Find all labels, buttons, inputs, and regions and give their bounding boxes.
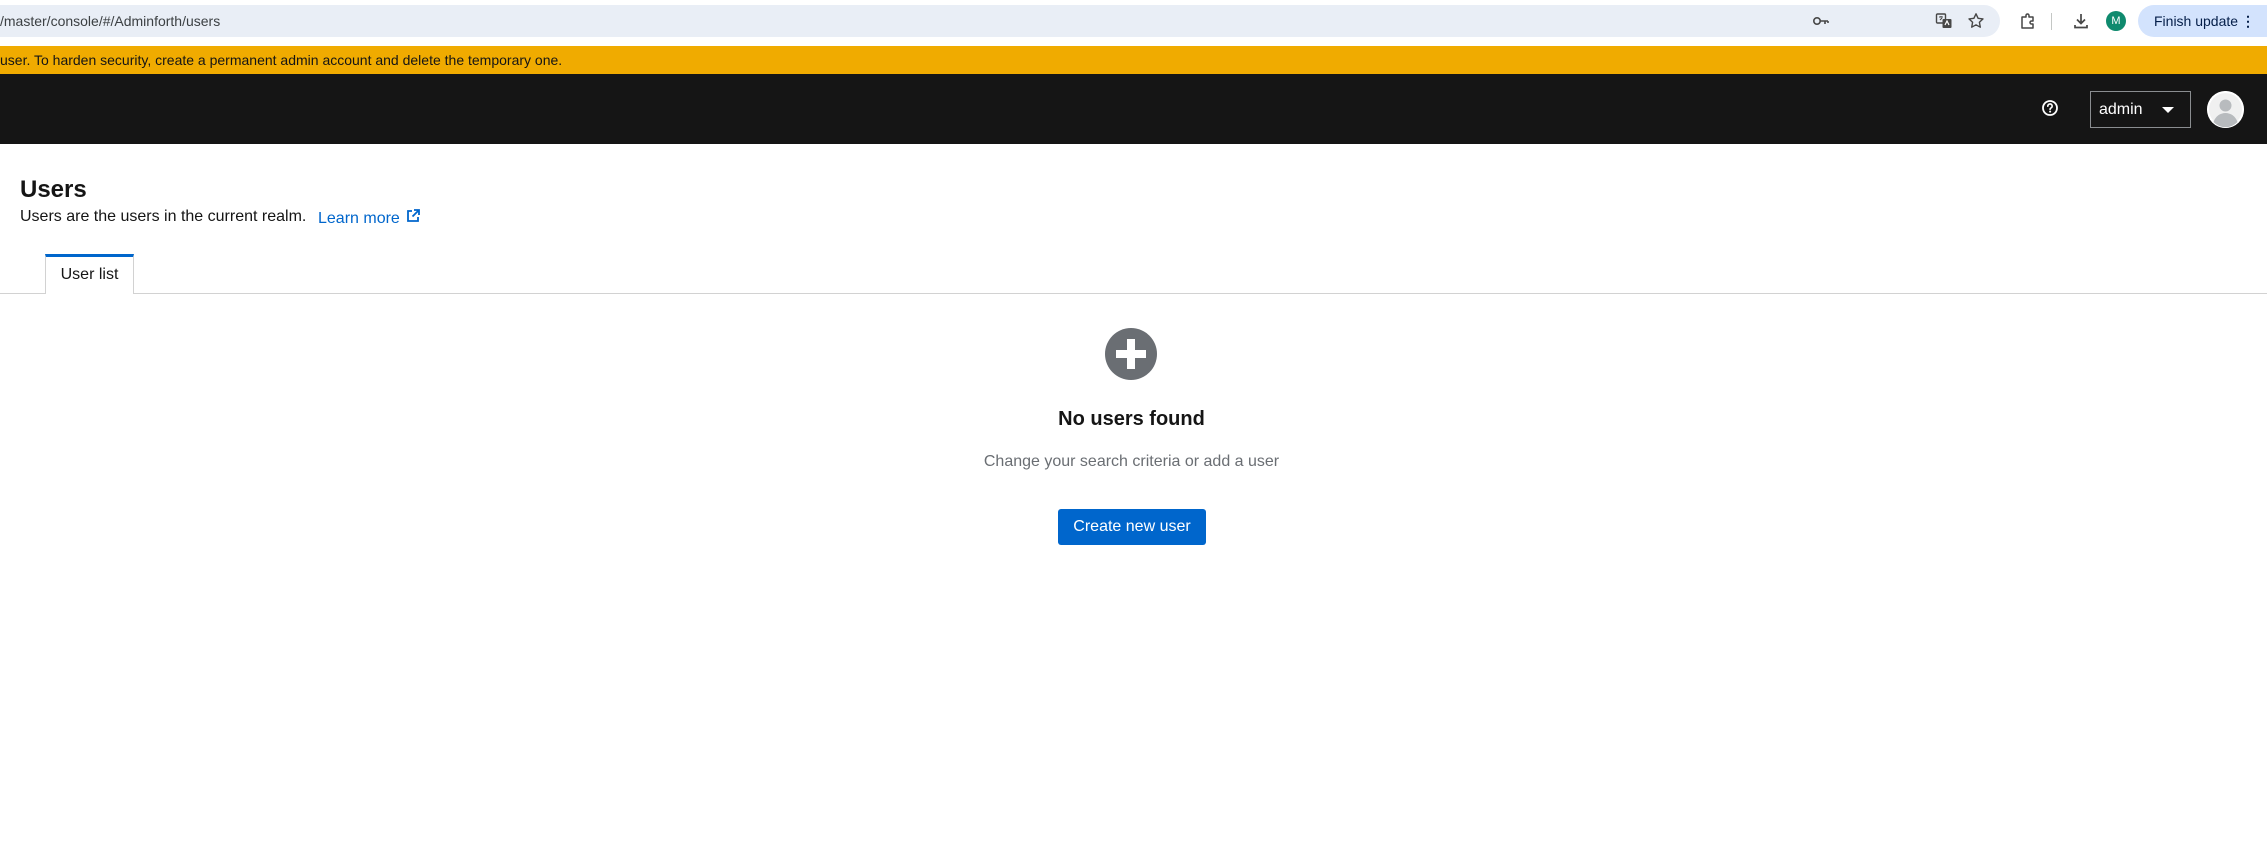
bookmark-star-icon[interactable] — [1967, 12, 1985, 30]
username-label: admin — [2099, 101, 2143, 118]
tabs-divider — [0, 293, 2267, 294]
profile-avatar[interactable]: M — [2106, 11, 2126, 31]
masthead: admin — [0, 74, 2267, 144]
tab-user-list[interactable]: User list — [45, 254, 134, 294]
avatar[interactable] — [2207, 91, 2244, 128]
learn-more-label: Learn more — [318, 209, 400, 227]
user-dropdown[interactable]: admin — [2090, 91, 2191, 128]
empty-state-title: No users found — [1058, 408, 1205, 430]
finish-update-label: Finish update — [2154, 13, 2239, 29]
tab-label: User list — [60, 266, 119, 283]
more-menu-icon[interactable]: ⋮ — [2241, 5, 2255, 37]
password-key-icon[interactable] — [1812, 12, 1830, 30]
page-description: Users are the users in the current realm… — [20, 208, 307, 225]
page-title: Users — [20, 176, 87, 203]
translate-icon[interactable] — [1935, 12, 1953, 30]
create-new-user-button[interactable]: Create new user — [1058, 509, 1206, 545]
url-text[interactable]: /master/console/#/Adminforth/users — [0, 5, 220, 37]
address-bar[interactable]: /master/console/#/Adminforth/users — [0, 5, 2000, 37]
temporary-admin-warning-banner: user. To harden security, create a perma… — [0, 46, 2267, 74]
browser-toolbar: /master/console/#/Adminforth/users M Fin… — [0, 0, 2267, 43]
toolbar-separator — [2051, 13, 2052, 30]
banner-text: user. To harden security, create a perma… — [0, 52, 563, 68]
empty-state-body: Change your search criteria or add a use… — [983, 453, 1280, 470]
external-link-icon — [405, 208, 421, 229]
download-icon[interactable] — [2071, 11, 2091, 31]
finish-update-button[interactable]: Finish update ⋮ — [2138, 5, 2267, 37]
learn-more-link[interactable]: Learn more — [318, 208, 421, 229]
help-icon[interactable] — [2040, 98, 2060, 118]
extensions-icon[interactable] — [2018, 11, 2038, 31]
plus-circle-icon — [1105, 328, 1157, 380]
chevron-down-icon — [2162, 107, 2174, 113]
